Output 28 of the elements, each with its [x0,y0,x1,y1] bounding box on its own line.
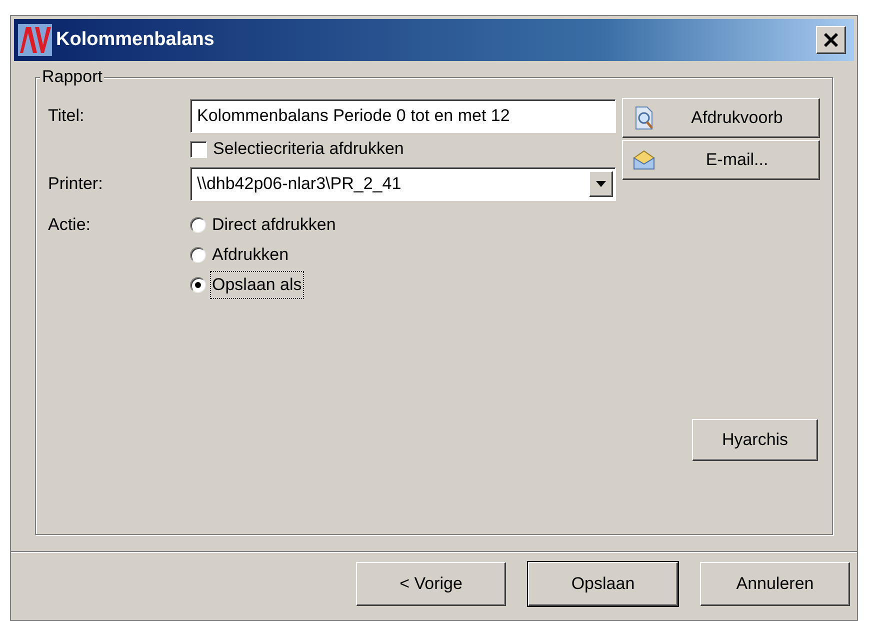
group-title: Rapport [40,67,104,87]
close-icon [823,32,839,48]
radio-button[interactable] [190,217,206,233]
field-label: Printer: [48,173,104,196]
checkbox[interactable] [190,140,207,158]
preview-button[interactable]: Afdrukvoorb [622,98,820,138]
title-input[interactable]: Kolommenbalans Periode 0 tot en met 12 [190,99,616,133]
radio-label: Afdrukken [211,244,290,266]
dialog-button[interactable]: < Vorige [356,562,506,606]
printer-dropdown[interactable]: \\dhb42p06-nlar3\PR_2_41 [190,167,616,201]
page-magnifier-icon [633,106,655,130]
app-logo-icon [18,24,52,56]
dialog-button[interactable]: Annuleren [700,562,850,606]
radio-label: Direct afdrukken [211,214,337,236]
caret-icon [596,181,606,187]
field-label: Actie: [48,214,92,236]
close-button[interactable] [816,26,846,54]
envelope-icon [633,150,655,170]
dropdown-arrow-button[interactable] [589,171,613,197]
checkbox-label: Selectiecriteria afdrukken [213,138,404,160]
radio-button[interactable] [190,247,206,263]
radio-button[interactable] [190,277,206,293]
radio-label: Opslaan als [211,272,303,298]
window-title: Kolommenbalans [56,28,214,52]
field-label: Titel: [48,105,86,128]
email-button[interactable]: E-mail... [622,140,820,180]
dialog-button[interactable]: Opslaan [528,562,678,606]
hyarchis-button[interactable]: Hyarchis [692,419,818,461]
